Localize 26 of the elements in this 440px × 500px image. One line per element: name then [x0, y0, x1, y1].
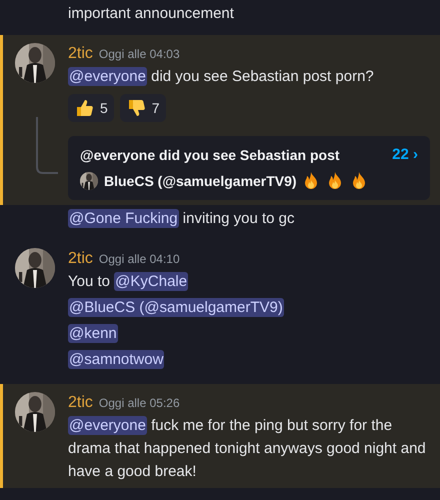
author-name[interactable]: 2tic	[68, 248, 93, 270]
timestamp: Oggi alle 04:10	[98, 250, 180, 268]
timestamp: Oggi alle 04:03	[98, 46, 180, 63]
author-name[interactable]: 2tic	[68, 392, 93, 414]
reaction-button[interactable]: 7	[120, 94, 166, 122]
mention-link[interactable]: @kenn	[68, 324, 118, 342]
message-text: important announcement	[68, 4, 235, 24]
mention-link[interactable]: @Gone Fucking	[68, 208, 179, 228]
mention-link[interactable]: @everyone	[68, 416, 147, 434]
message-text: @Gone Fucking inviting you to gc	[68, 208, 296, 230]
mention-link[interactable]: @KyChale	[114, 272, 188, 290]
mention-link[interactable]: @BlueCS (@samuelgamerTV9)	[68, 298, 284, 316]
message-text: @everyone fuck me for the ping but sorry for the drama that happened tonight anyways good night and have a good break!	[68, 414, 427, 482]
thumbs-up-icon	[74, 98, 94, 118]
mention-link[interactable]: @everyone	[68, 67, 147, 86]
message-text: You to @KyChale	[68, 270, 190, 292]
reaction-button[interactable]: 5	[68, 94, 114, 122]
connector-line	[36, 117, 60, 175]
reply-count: 22 ›	[392, 145, 418, 165]
message-text: @everyone did you see Sebastian post porn?	[68, 66, 375, 88]
mention-link[interactable]: @samnotwow	[68, 350, 164, 368]
thread-card[interactable]: @everyone did you see Sebastian post 22 › BlueCS (@samuelgamerTV9)	[68, 136, 430, 200]
thread-author: BlueCS (@samuelgamerTV9)	[104, 172, 297, 191]
timestamp: Oggi alle 05:26	[98, 394, 180, 412]
thread-title: @everyone did you see Sebastian post	[80, 146, 340, 165]
author-name[interactable]: 2tic	[68, 43, 93, 65]
